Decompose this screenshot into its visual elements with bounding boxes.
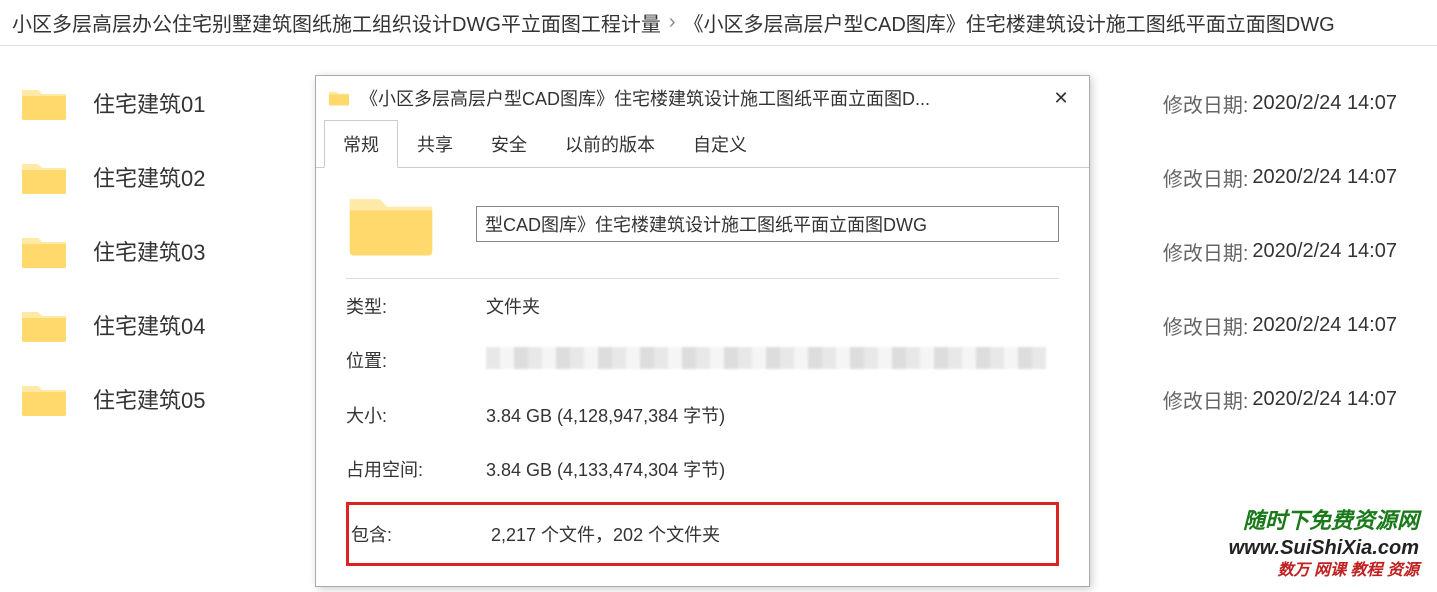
file-date: 2020/2/24 14:07 — [1252, 314, 1397, 337]
file-date-label: 修改日期: — [1163, 311, 1249, 340]
properties-dialog: 《小区多层高层户型CAD图库》住宅楼建筑设计施工图纸平面立面图D... ✕ 常规… — [315, 75, 1090, 587]
folder-name-input[interactable]: 型CAD图库》住宅楼建筑设计施工图纸平面立面图DWG — [476, 206, 1059, 242]
watermark: 随时下免费资源网 www.SuiShiXia.com 数万 网课 教程 资源 — [1229, 507, 1419, 582]
file-date: 2020/2/24 14:07 — [1252, 166, 1397, 189]
folder-icon — [20, 306, 68, 344]
file-date-label: 修改日期: — [1163, 237, 1249, 266]
disk-size-label: 占用空间: — [346, 456, 486, 482]
disk-size-value: 3.84 GB (4,133,474,304 字节) — [486, 456, 1059, 482]
location-value — [486, 347, 1059, 374]
close-button[interactable]: ✕ — [1045, 84, 1077, 112]
blurred-location — [486, 347, 1046, 369]
dialog-body: 型CAD图库》住宅楼建筑设计施工图纸平面立面图DWG 类型: 文件夹 位置: 大… — [316, 168, 1089, 586]
folder-icon — [20, 158, 68, 196]
folder-icon — [328, 89, 350, 107]
tab-general[interactable]: 常规 — [324, 120, 398, 168]
folder-icon — [20, 380, 68, 418]
file-date: 2020/2/24 14:07 — [1252, 240, 1397, 263]
file-date-label: 修改日期: — [1163, 163, 1249, 192]
dialog-title: 《小区多层高层户型CAD图库》住宅楼建筑设计施工图纸平面立面图D... — [360, 85, 1045, 111]
file-date: 2020/2/24 14:07 — [1252, 388, 1397, 411]
folder-icon — [20, 232, 68, 270]
type-value: 文件夹 — [486, 293, 1059, 319]
breadcrumb-separator: › — [669, 11, 676, 34]
watermark-line1: 随时下免费资源网 — [1229, 507, 1419, 536]
breadcrumb: 小区多层高层办公住宅别墅建筑图纸施工组织设计DWG平立面图工程计量 › 《小区多… — [0, 0, 1437, 46]
tab-previous-versions[interactable]: 以前的版本 — [546, 120, 674, 168]
file-date-label: 修改日期: — [1163, 385, 1249, 414]
dialog-titlebar[interactable]: 《小区多层高层户型CAD图库》住宅楼建筑设计施工图纸平面立面图D... ✕ — [316, 76, 1089, 120]
contains-label: 包含: — [351, 521, 491, 547]
tab-security[interactable]: 安全 — [472, 120, 546, 168]
tab-custom[interactable]: 自定义 — [674, 120, 766, 168]
folder-icon — [20, 84, 68, 122]
contains-value: 2,217 个文件，202 个文件夹 — [491, 521, 1054, 547]
highlight-annotation: 包含: 2,217 个文件，202 个文件夹 — [346, 502, 1059, 566]
file-date-label: 修改日期: — [1163, 89, 1249, 118]
dialog-tabs: 常规 共享 安全 以前的版本 自定义 — [316, 120, 1089, 168]
file-date: 2020/2/24 14:07 — [1252, 92, 1397, 115]
watermark-line2: www.SuiShiXia.com — [1229, 535, 1419, 561]
watermark-line3: 数万 网课 教程 资源 — [1229, 561, 1419, 582]
size-label: 大小: — [346, 402, 486, 428]
folder-icon — [346, 188, 436, 260]
tab-share[interactable]: 共享 — [398, 120, 472, 168]
breadcrumb-item-1[interactable]: 小区多层高层办公住宅别墅建筑图纸施工组织设计DWG平立面图工程计量 — [12, 8, 661, 37]
breadcrumb-item-2[interactable]: 《小区多层高层户型CAD图库》住宅楼建筑设计施工图纸平面立面图DWG — [684, 8, 1335, 37]
size-value: 3.84 GB (4,128,947,384 字节) — [486, 402, 1059, 428]
location-label: 位置: — [346, 347, 486, 374]
type-label: 类型: — [346, 293, 486, 319]
